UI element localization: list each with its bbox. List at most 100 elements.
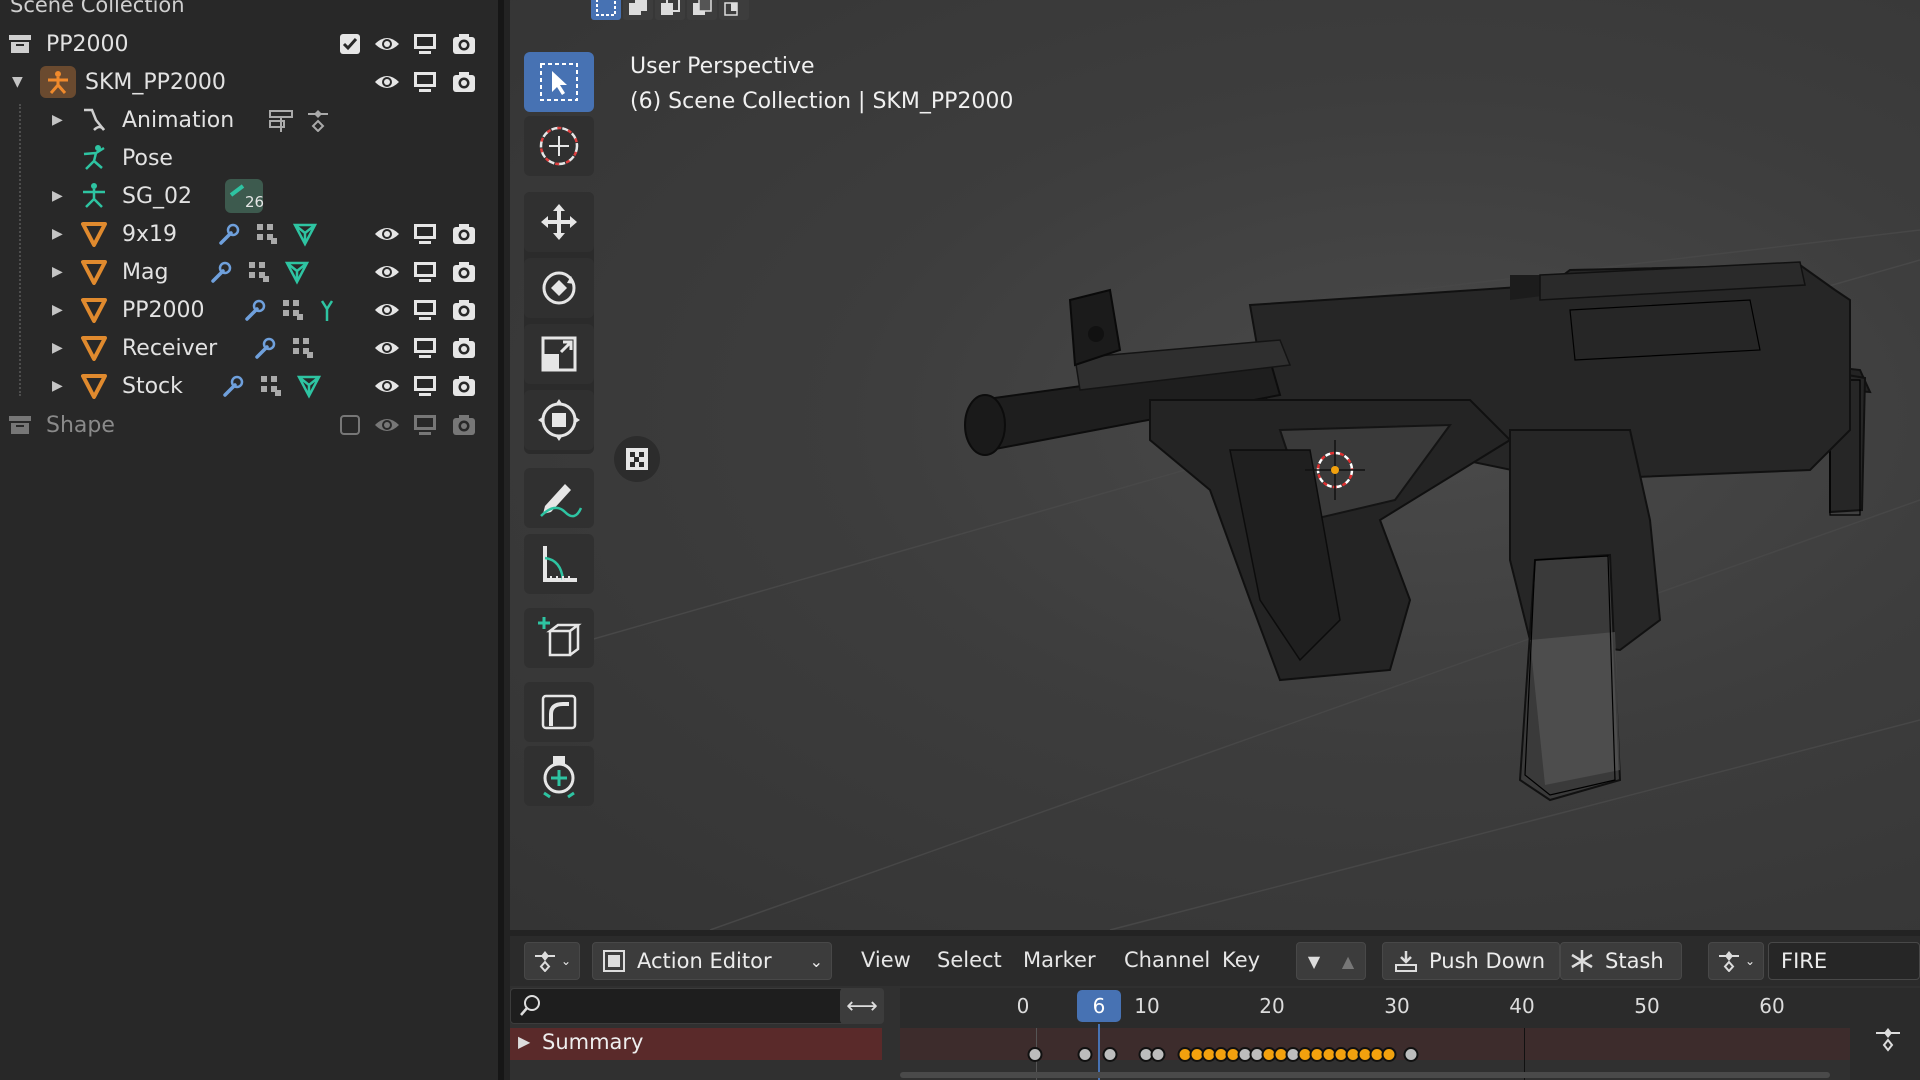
- monitor-icon[interactable]: [412, 32, 438, 56]
- keyframe[interactable]: [1027, 1047, 1043, 1062]
- editor-type-dropdown[interactable]: ⌄: [524, 942, 580, 980]
- expand-right-icon[interactable]: ▶: [52, 112, 63, 128]
- next-layer-icon[interactable]: ▲: [1342, 952, 1354, 971]
- stash-button[interactable]: Stash: [1560, 942, 1682, 980]
- eye-icon[interactable]: [374, 32, 400, 56]
- menu-marker[interactable]: Marker: [1023, 948, 1096, 972]
- wrench-modifier-icon: [220, 374, 246, 398]
- monitor-icon[interactable]: [412, 413, 438, 437]
- armature-object-icon: [40, 66, 76, 98]
- ruler-label: 0: [1016, 994, 1030, 1018]
- eye-icon[interactable]: [374, 413, 400, 437]
- collection-icon: [6, 30, 34, 58]
- vertex-groups-icon: [254, 222, 280, 246]
- eye-icon[interactable]: [374, 222, 400, 246]
- pp2000-model[interactable]: [510, 0, 1920, 930]
- action-browse-dropdown[interactable]: ⌄: [1708, 942, 1764, 980]
- outliner-row-stock[interactable]: ▶ Stock: [0, 367, 498, 405]
- 3d-viewport[interactable]: User Perspective (6) Scene Collection | …: [510, 0, 1920, 930]
- swap-arrows-button[interactable]: ⟷: [840, 988, 884, 1024]
- eye-icon[interactable]: [374, 70, 400, 94]
- mode-dropdown[interactable]: Action Editor ⌄: [592, 942, 832, 980]
- monitor-icon[interactable]: [412, 70, 438, 94]
- outliner-row-9x19[interactable]: ▶ 9x19: [0, 215, 498, 253]
- pose-icon: [80, 144, 108, 172]
- current-frame-indicator[interactable]: 6: [1077, 990, 1121, 1022]
- mesh-object-icon: [80, 220, 108, 248]
- monitor-icon[interactable]: [412, 336, 438, 360]
- outliner-row-mag[interactable]: ▶ Mag: [0, 253, 498, 291]
- checkbox-checked-icon[interactable]: [337, 32, 363, 56]
- checkbox-unchecked-icon[interactable]: [337, 413, 363, 437]
- action-icon: [1718, 951, 1739, 972]
- action-name-field[interactable]: FIRE: [1768, 942, 1920, 980]
- camera-icon[interactable]: [451, 70, 477, 94]
- menu-select[interactable]: Select: [937, 948, 1002, 972]
- nla-strip-icon: [268, 108, 294, 132]
- mesh-object-icon: [80, 334, 108, 362]
- expand-right-icon[interactable]: ▶: [52, 226, 63, 242]
- keyframe[interactable]: [1077, 1047, 1093, 1062]
- push-down-button[interactable]: Push Down: [1382, 942, 1560, 980]
- monitor-icon[interactable]: [412, 298, 438, 322]
- expand-down-icon[interactable]: ▼: [12, 74, 23, 90]
- keyframe[interactable]: [1102, 1047, 1118, 1062]
- outliner-item-label: Receiver: [122, 335, 218, 361]
- action-icon: [305, 108, 331, 132]
- camera-icon[interactable]: [451, 260, 477, 284]
- menu-channel[interactable]: Channel: [1124, 948, 1210, 972]
- keyframe-selected[interactable]: [1381, 1047, 1397, 1062]
- monitor-icon[interactable]: [412, 374, 438, 398]
- push-down-icon: [1395, 951, 1417, 972]
- action-name-label: FIRE: [1781, 949, 1828, 973]
- outliner-row-pose[interactable]: Pose: [0, 139, 498, 177]
- vertex-groups-icon: [280, 298, 306, 322]
- menu-key[interactable]: Key: [1222, 948, 1260, 972]
- eye-icon[interactable]: [374, 260, 400, 284]
- summary-label: Summary: [542, 1030, 644, 1054]
- expand-right-icon[interactable]: ▶: [52, 188, 63, 204]
- eye-icon[interactable]: [374, 298, 400, 322]
- outliner-row-shape-collection[interactable]: Shape: [0, 406, 498, 444]
- outliner-row-sg02[interactable]: ▶ SG_02 26: [0, 177, 498, 215]
- bone-count-label: 26: [245, 193, 265, 211]
- keyframe[interactable]: [1403, 1047, 1419, 1062]
- outliner-row-receiver[interactable]: ▶ Receiver: [0, 329, 498, 367]
- outliner-row-skm-pp2000[interactable]: ▼ SKM_PP2000: [0, 63, 498, 101]
- expand-right-icon[interactable]: ▶: [518, 1032, 530, 1051]
- expand-right-icon[interactable]: ▶: [52, 302, 63, 318]
- mode-label: Action Editor: [637, 949, 772, 973]
- channel-search-input[interactable]: [510, 988, 866, 1024]
- outliner-item-label: PP2000: [46, 31, 129, 57]
- keyframe[interactable]: [1150, 1047, 1166, 1062]
- camera-icon[interactable]: [451, 298, 477, 322]
- horizontal-scrollbar[interactable]: [900, 1072, 1830, 1078]
- camera-icon[interactable]: [451, 374, 477, 398]
- outliner-row-pp2000-collection[interactable]: PP2000: [0, 25, 498, 63]
- eye-icon[interactable]: [374, 374, 400, 398]
- outliner-row-animation[interactable]: ▶ Animation: [0, 101, 498, 139]
- layer-arrows: ▼ ▲: [1296, 942, 1366, 980]
- sidebar-toggle-region: [1850, 994, 1920, 1080]
- summary-channel[interactable]: ▶ Summary: [510, 1028, 882, 1060]
- bone-count-badge[interactable]: 26: [225, 179, 265, 213]
- eye-icon[interactable]: [374, 336, 400, 360]
- outliner-row-pp2000-mesh[interactable]: ▶ PP2000: [0, 291, 498, 329]
- outliner-item-label: PP2000: [122, 297, 205, 323]
- monitor-icon[interactable]: [412, 222, 438, 246]
- camera-icon[interactable]: [451, 32, 477, 56]
- stash-label: Stash: [1605, 949, 1664, 973]
- expand-right-icon[interactable]: ▶: [52, 264, 63, 280]
- camera-icon[interactable]: [451, 222, 477, 246]
- expand-right-icon[interactable]: ▶: [52, 340, 63, 356]
- snowflake-icon: [1571, 950, 1593, 972]
- camera-icon[interactable]: [451, 336, 477, 360]
- outliner-item-label: Stock: [122, 373, 183, 399]
- monitor-icon[interactable]: [412, 260, 438, 284]
- expand-right-icon[interactable]: ▶: [52, 378, 63, 394]
- camera-icon[interactable]: [451, 413, 477, 437]
- menu-view[interactable]: View: [861, 948, 911, 972]
- vertex-groups-icon: [258, 374, 284, 398]
- outliner-header: Scene Collection: [10, 0, 185, 17]
- previous-layer-icon[interactable]: ▼: [1308, 952, 1320, 971]
